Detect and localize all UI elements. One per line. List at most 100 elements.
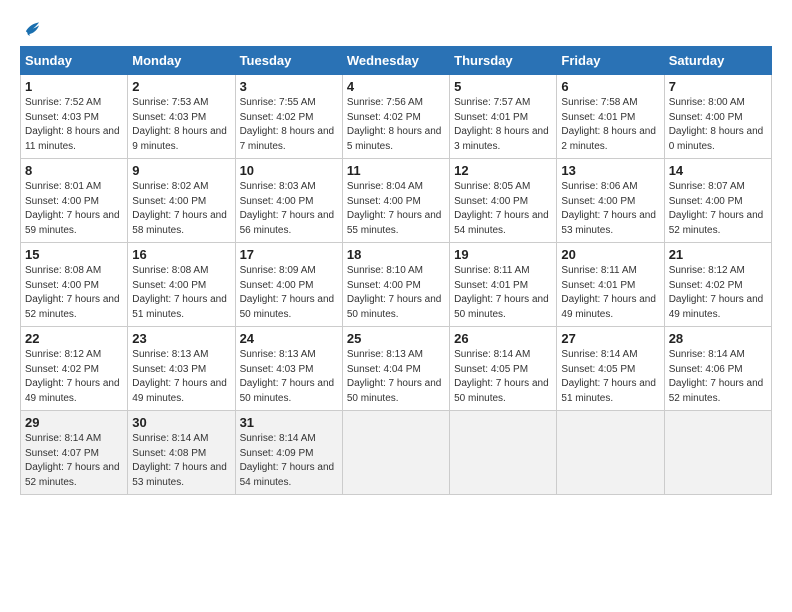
day-number: 27 xyxy=(561,331,659,346)
day-info: Sunrise: 8:05 AMSunset: 4:00 PMDaylight:… xyxy=(454,180,552,238)
day-info: Sunrise: 8:09 AMSunset: 4:00 PMDaylight:… xyxy=(240,264,338,322)
day-number: 16 xyxy=(132,247,230,262)
calendar-week-row: 1 Sunrise: 7:52 AMSunset: 4:03 PMDayligh… xyxy=(21,75,772,159)
calendar-cell: 13 Sunrise: 8:06 AMSunset: 4:00 PMDaylig… xyxy=(557,159,664,243)
col-saturday: Saturday xyxy=(664,47,771,75)
calendar-cell: 25 Sunrise: 8:13 AMSunset: 4:04 PMDaylig… xyxy=(342,327,449,411)
day-number: 13 xyxy=(561,163,659,178)
calendar-cell xyxy=(450,411,557,495)
day-number: 3 xyxy=(240,79,338,94)
col-tuesday: Tuesday xyxy=(235,47,342,75)
calendar-cell: 7 Sunrise: 8:00 AMSunset: 4:00 PMDayligh… xyxy=(664,75,771,159)
day-number: 29 xyxy=(25,415,123,430)
day-info: Sunrise: 8:03 AMSunset: 4:00 PMDaylight:… xyxy=(240,180,338,238)
day-info: Sunrise: 8:14 AMSunset: 4:09 PMDaylight:… xyxy=(240,432,338,490)
col-sunday: Sunday xyxy=(21,47,128,75)
day-number: 30 xyxy=(132,415,230,430)
day-info: Sunrise: 8:06 AMSunset: 4:00 PMDaylight:… xyxy=(561,180,659,238)
calendar-cell: 10 Sunrise: 8:03 AMSunset: 4:00 PMDaylig… xyxy=(235,159,342,243)
day-number: 9 xyxy=(132,163,230,178)
calendar-cell: 16 Sunrise: 8:08 AMSunset: 4:00 PMDaylig… xyxy=(128,243,235,327)
calendar-week-row: 8 Sunrise: 8:01 AMSunset: 4:00 PMDayligh… xyxy=(21,159,772,243)
day-info: Sunrise: 7:58 AMSunset: 4:01 PMDaylight:… xyxy=(561,96,659,154)
calendar-header-row: Sunday Monday Tuesday Wednesday Thursday… xyxy=(21,47,772,75)
day-number: 11 xyxy=(347,163,445,178)
calendar-cell: 11 Sunrise: 8:04 AMSunset: 4:00 PMDaylig… xyxy=(342,159,449,243)
calendar-cell: 21 Sunrise: 8:12 AMSunset: 4:02 PMDaylig… xyxy=(664,243,771,327)
day-number: 24 xyxy=(240,331,338,346)
calendar-cell: 4 Sunrise: 7:56 AMSunset: 4:02 PMDayligh… xyxy=(342,75,449,159)
calendar-cell: 17 Sunrise: 8:09 AMSunset: 4:00 PMDaylig… xyxy=(235,243,342,327)
calendar-cell: 14 Sunrise: 8:07 AMSunset: 4:00 PMDaylig… xyxy=(664,159,771,243)
calendar-body: 1 Sunrise: 7:52 AMSunset: 4:03 PMDayligh… xyxy=(21,75,772,495)
day-number: 1 xyxy=(25,79,123,94)
day-number: 17 xyxy=(240,247,338,262)
day-info: Sunrise: 8:14 AMSunset: 4:06 PMDaylight:… xyxy=(669,348,767,406)
calendar-cell: 2 Sunrise: 7:53 AMSunset: 4:03 PMDayligh… xyxy=(128,75,235,159)
day-number: 5 xyxy=(454,79,552,94)
page: Sunday Monday Tuesday Wednesday Thursday… xyxy=(0,0,792,507)
day-number: 15 xyxy=(25,247,123,262)
calendar-cell: 24 Sunrise: 8:13 AMSunset: 4:03 PMDaylig… xyxy=(235,327,342,411)
day-info: Sunrise: 8:02 AMSunset: 4:00 PMDaylight:… xyxy=(132,180,230,238)
day-number: 26 xyxy=(454,331,552,346)
day-number: 12 xyxy=(454,163,552,178)
day-info: Sunrise: 8:12 AMSunset: 4:02 PMDaylight:… xyxy=(25,348,123,406)
calendar-cell xyxy=(664,411,771,495)
day-info: Sunrise: 8:14 AMSunset: 4:05 PMDaylight:… xyxy=(454,348,552,406)
col-monday: Monday xyxy=(128,47,235,75)
calendar-cell: 1 Sunrise: 7:52 AMSunset: 4:03 PMDayligh… xyxy=(21,75,128,159)
calendar-cell: 3 Sunrise: 7:55 AMSunset: 4:02 PMDayligh… xyxy=(235,75,342,159)
calendar-cell: 9 Sunrise: 8:02 AMSunset: 4:00 PMDayligh… xyxy=(128,159,235,243)
day-number: 4 xyxy=(347,79,445,94)
day-number: 7 xyxy=(669,79,767,94)
col-wednesday: Wednesday xyxy=(342,47,449,75)
day-number: 25 xyxy=(347,331,445,346)
day-info: Sunrise: 8:14 AMSunset: 4:07 PMDaylight:… xyxy=(25,432,123,490)
day-number: 31 xyxy=(240,415,338,430)
day-info: Sunrise: 8:10 AMSunset: 4:00 PMDaylight:… xyxy=(347,264,445,322)
day-info: Sunrise: 8:12 AMSunset: 4:02 PMDaylight:… xyxy=(669,264,767,322)
day-number: 21 xyxy=(669,247,767,262)
day-info: Sunrise: 8:07 AMSunset: 4:00 PMDaylight:… xyxy=(669,180,767,238)
calendar-cell: 19 Sunrise: 8:11 AMSunset: 4:01 PMDaylig… xyxy=(450,243,557,327)
calendar-cell: 28 Sunrise: 8:14 AMSunset: 4:06 PMDaylig… xyxy=(664,327,771,411)
day-info: Sunrise: 8:00 AMSunset: 4:00 PMDaylight:… xyxy=(669,96,767,154)
calendar-cell: 5 Sunrise: 7:57 AMSunset: 4:01 PMDayligh… xyxy=(450,75,557,159)
header-area xyxy=(20,18,772,40)
calendar-cell xyxy=(557,411,664,495)
calendar-week-row: 29 Sunrise: 8:14 AMSunset: 4:07 PMDaylig… xyxy=(21,411,772,495)
day-number: 8 xyxy=(25,163,123,178)
day-info: Sunrise: 8:11 AMSunset: 4:01 PMDaylight:… xyxy=(561,264,659,322)
calendar-cell: 30 Sunrise: 8:14 AMSunset: 4:08 PMDaylig… xyxy=(128,411,235,495)
calendar-cell: 23 Sunrise: 8:13 AMSunset: 4:03 PMDaylig… xyxy=(128,327,235,411)
day-info: Sunrise: 8:11 AMSunset: 4:01 PMDaylight:… xyxy=(454,264,552,322)
day-info: Sunrise: 8:08 AMSunset: 4:00 PMDaylight:… xyxy=(25,264,123,322)
calendar-cell: 8 Sunrise: 8:01 AMSunset: 4:00 PMDayligh… xyxy=(21,159,128,243)
day-info: Sunrise: 8:01 AMSunset: 4:00 PMDaylight:… xyxy=(25,180,123,238)
logo-bird-icon xyxy=(20,18,42,40)
calendar-cell: 20 Sunrise: 8:11 AMSunset: 4:01 PMDaylig… xyxy=(557,243,664,327)
calendar-cell: 27 Sunrise: 8:14 AMSunset: 4:05 PMDaylig… xyxy=(557,327,664,411)
calendar-week-row: 22 Sunrise: 8:12 AMSunset: 4:02 PMDaylig… xyxy=(21,327,772,411)
calendar-week-row: 15 Sunrise: 8:08 AMSunset: 4:00 PMDaylig… xyxy=(21,243,772,327)
calendar-cell: 26 Sunrise: 8:14 AMSunset: 4:05 PMDaylig… xyxy=(450,327,557,411)
day-number: 28 xyxy=(669,331,767,346)
day-info: Sunrise: 8:13 AMSunset: 4:03 PMDaylight:… xyxy=(240,348,338,406)
day-number: 14 xyxy=(669,163,767,178)
day-info: Sunrise: 7:56 AMSunset: 4:02 PMDaylight:… xyxy=(347,96,445,154)
day-info: Sunrise: 8:13 AMSunset: 4:04 PMDaylight:… xyxy=(347,348,445,406)
day-number: 18 xyxy=(347,247,445,262)
day-info: Sunrise: 8:04 AMSunset: 4:00 PMDaylight:… xyxy=(347,180,445,238)
day-info: Sunrise: 7:52 AMSunset: 4:03 PMDaylight:… xyxy=(25,96,123,154)
day-number: 6 xyxy=(561,79,659,94)
calendar-table: Sunday Monday Tuesday Wednesday Thursday… xyxy=(20,46,772,495)
day-info: Sunrise: 8:14 AMSunset: 4:08 PMDaylight:… xyxy=(132,432,230,490)
day-number: 23 xyxy=(132,331,230,346)
day-number: 10 xyxy=(240,163,338,178)
calendar-cell: 31 Sunrise: 8:14 AMSunset: 4:09 PMDaylig… xyxy=(235,411,342,495)
calendar-cell: 12 Sunrise: 8:05 AMSunset: 4:00 PMDaylig… xyxy=(450,159,557,243)
day-number: 20 xyxy=(561,247,659,262)
day-info: Sunrise: 7:55 AMSunset: 4:02 PMDaylight:… xyxy=(240,96,338,154)
calendar-cell: 6 Sunrise: 7:58 AMSunset: 4:01 PMDayligh… xyxy=(557,75,664,159)
